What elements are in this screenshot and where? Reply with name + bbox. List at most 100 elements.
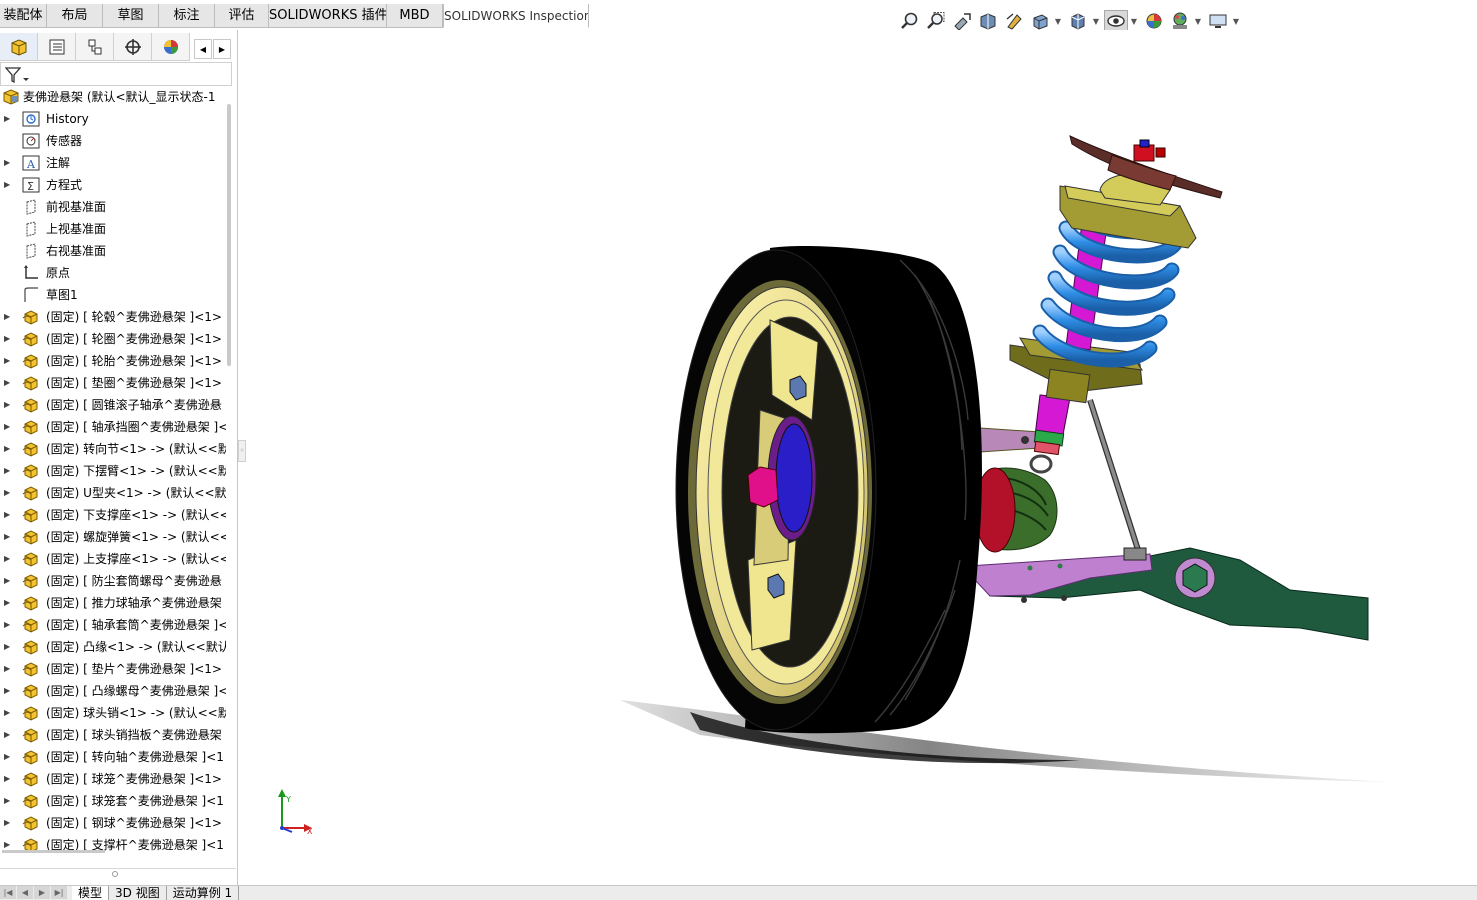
apply-scene-dropdown-icon[interactable]: ▼ <box>1194 10 1202 32</box>
tree-item[interactable]: ▶ (固定) [ 推力球轴承^麦佛逊悬架 <box>0 592 226 614</box>
tab-0[interactable]: 装配体 <box>0 4 47 28</box>
tree-item[interactable]: ▶ (固定) [ 轴承套筒^麦佛逊悬架 ]< <box>0 614 226 636</box>
configuration-manager-tab[interactable] <box>76 33 114 61</box>
view-orientation-dropdown-icon[interactable]: ▼ <box>1054 10 1062 32</box>
tree-item[interactable]: ▶ (固定) 球头销<1> -> (默认<<默 <box>0 702 226 724</box>
tree-item[interactable]: ▶ (固定) 转向节<1> -> (默认<<默 <box>0 438 226 460</box>
tab-7[interactable]: SOLIDWORKS Inspection <box>443 4 589 28</box>
tree-item[interactable]: 前视基准面 <box>0 196 226 218</box>
graphics-area[interactable]: Y X <box>246 30 1477 885</box>
tree-vertical-scrollbar[interactable] <box>227 104 231 366</box>
panel-grip-icon[interactable] <box>111 870 119 878</box>
bottom-tab-1[interactable]: 3D 视图 <box>109 886 167 900</box>
view-settings-dropdown-icon[interactable]: ▼ <box>1232 10 1240 32</box>
tree-item[interactable]: ▶ (固定) 下支撑座<1> -> (默认<< <box>0 504 226 526</box>
tree-item[interactable]: ▶ (固定) [ 防尘套筒螺母^麦佛逊悬 <box>0 570 226 592</box>
expand-arrow-icon[interactable]: ▶ <box>4 504 14 526</box>
zoom-area-icon[interactable] <box>924 10 948 32</box>
expand-arrow-icon[interactable]: ▶ <box>4 592 14 614</box>
tab-4[interactable]: 评估 <box>215 4 269 28</box>
feature-manager-tab[interactable] <box>0 33 38 61</box>
last-tab-icon[interactable]: ▶| <box>51 886 67 899</box>
expand-arrow-icon[interactable]: ▶ <box>4 416 14 438</box>
expand-arrow-icon[interactable]: ▶ <box>4 460 14 482</box>
tree-item[interactable]: 传感器 <box>0 130 226 152</box>
tree-item[interactable]: 上视基准面 <box>0 218 226 240</box>
lower-control-arm[interactable] <box>967 547 1369 641</box>
section-view-icon[interactable] <box>976 10 1000 32</box>
next-tab-icon[interactable]: ▶ <box>34 886 50 899</box>
steering-knuckle[interactable] <box>979 427 1041 453</box>
cv-boot[interactable] <box>974 467 1058 553</box>
dimxpert-manager-tab[interactable] <box>114 33 152 61</box>
tab-2[interactable]: 草图 <box>103 4 159 28</box>
zoom-to-fit-icon[interactable] <box>898 10 922 32</box>
expand-arrow-icon[interactable]: ▶ <box>4 680 14 702</box>
expand-arrow-icon[interactable]: ▶ <box>4 658 14 680</box>
tree-item[interactable]: 草图1 <box>0 284 226 306</box>
suspension-model[interactable]: Y X <box>246 30 1477 885</box>
expand-arrow-icon[interactable]: ▶ <box>4 570 14 592</box>
expand-arrow-icon[interactable]: ▶ <box>4 108 14 130</box>
view-orientation-icon[interactable] <box>1028 10 1052 32</box>
tree-item[interactable]: 右视基准面 <box>0 240 226 262</box>
expand-arrow-icon[interactable]: ▶ <box>4 372 14 394</box>
tree-item[interactable]: ▶ (固定) [ 垫圈^麦佛逊悬架 ]<1> <box>0 372 226 394</box>
expand-arrow-icon[interactable]: ▶ <box>4 482 14 504</box>
expand-arrow-icon[interactable]: ▶ <box>4 768 14 790</box>
expand-arrow-icon[interactable]: ▶ <box>4 614 14 636</box>
first-tab-icon[interactable]: |◀ <box>0 886 16 899</box>
tree-item[interactable]: ▶ (固定) 螺旋弹簧<1> -> (默认<< <box>0 526 226 548</box>
tree-item[interactable]: ▶ (固定) [ 球头销挡板^麦佛逊悬架 <box>0 724 226 746</box>
display-style-icon[interactable] <box>1066 10 1090 32</box>
filter-icon[interactable] <box>5 66 29 84</box>
tree-item[interactable]: 原点 <box>0 262 226 284</box>
tree-item[interactable]: ▶ (固定) [ 轮毂^麦佛逊悬架 ]<1> <box>0 306 226 328</box>
wheel[interactable] <box>675 245 982 734</box>
tab-scroll-left-icon[interactable]: ◀ <box>194 39 212 59</box>
hide-show-items-icon[interactable] <box>1104 10 1128 32</box>
tree-item[interactable]: ▶ (固定) U型夹<1> -> (默认<<默 <box>0 482 226 504</box>
expand-arrow-icon[interactable]: ▶ <box>4 636 14 658</box>
expand-arrow-icon[interactable]: ▶ <box>4 702 14 724</box>
tab-6[interactable]: MBD <box>387 4 443 28</box>
tree-item[interactable]: ▶ (固定) [ 凸缘螺母^麦佛逊悬架 ]< <box>0 680 226 702</box>
hide-show-dropdown-icon[interactable]: ▼ <box>1130 10 1138 32</box>
property-manager-tab[interactable] <box>38 33 76 61</box>
tree-item[interactable]: ▶ (固定) [ 圆锥滚子轴承^麦佛逊悬 <box>0 394 226 416</box>
expand-arrow-icon[interactable]: ▶ <box>4 746 14 768</box>
tree-item[interactable]: ▶ A 注解 <box>0 152 226 174</box>
expand-arrow-icon[interactable]: ▶ <box>4 174 14 196</box>
tab-3[interactable]: 标注 <box>159 4 215 28</box>
tree-filter[interactable] <box>0 62 232 86</box>
tree-item[interactable]: ▶ Σ 方程式 <box>0 174 226 196</box>
stabilizer-link[interactable] <box>1087 399 1147 561</box>
tab-5[interactable]: SOLIDWORKS 插件 <box>269 4 387 28</box>
display-style-dropdown-icon[interactable]: ▼ <box>1092 10 1100 32</box>
view-settings-icon[interactable] <box>1206 10 1230 32</box>
tree-item[interactable]: ▶ (固定) 凸缘<1> -> (默认<<默认 <box>0 636 226 658</box>
panel-collapse-handle[interactable]: ◦ <box>238 440 246 462</box>
expand-arrow-icon[interactable]: ▶ <box>4 306 14 328</box>
display-manager-tab[interactable] <box>152 33 190 61</box>
expand-arrow-icon[interactable]: ▶ <box>4 526 14 548</box>
apply-scene-icon[interactable] <box>1168 10 1192 32</box>
tree-root[interactable]: 麦佛逊悬架 (默认<默认_显示状态-1 <box>0 86 226 108</box>
expand-arrow-icon[interactable]: ▶ <box>4 724 14 746</box>
tree-item[interactable]: ▶ (固定) 上支撑座<1> -> (默认<< <box>0 548 226 570</box>
tree-item[interactable]: ▶ (固定) [ 轴承挡圈^麦佛逊悬架 ]< <box>0 416 226 438</box>
tab-1[interactable]: 布局 <box>47 4 103 28</box>
tree-item[interactable]: ▶ (固定) 下摆臂<1> -> (默认<<默 <box>0 460 226 482</box>
tree-item[interactable]: ▶ (固定) [ 垫片^麦佛逊悬架 ]<1> <box>0 658 226 680</box>
tree-item[interactable]: ▶ (固定) [ 球笼套^麦佛逊悬架 ]<1 <box>0 790 226 812</box>
bottom-tab-2[interactable]: 运动算例 1 <box>167 886 240 900</box>
expand-arrow-icon[interactable]: ▶ <box>4 350 14 372</box>
tree-item[interactable]: ▶ History <box>0 108 226 130</box>
expand-arrow-icon[interactable]: ▶ <box>4 812 14 834</box>
tree-item[interactable]: ▶ (固定) [ 球笼^麦佛逊悬架 ]<1> <box>0 768 226 790</box>
tree-item[interactable]: ▶ (固定) [ 轮圈^麦佛逊悬架 ]<1> <box>0 328 226 350</box>
tab-scroll-right-icon[interactable]: ▶ <box>213 39 231 59</box>
expand-arrow-icon[interactable]: ▶ <box>4 790 14 812</box>
expand-arrow-icon[interactable]: ▶ <box>4 438 14 460</box>
expand-arrow-icon[interactable]: ▶ <box>4 152 14 174</box>
